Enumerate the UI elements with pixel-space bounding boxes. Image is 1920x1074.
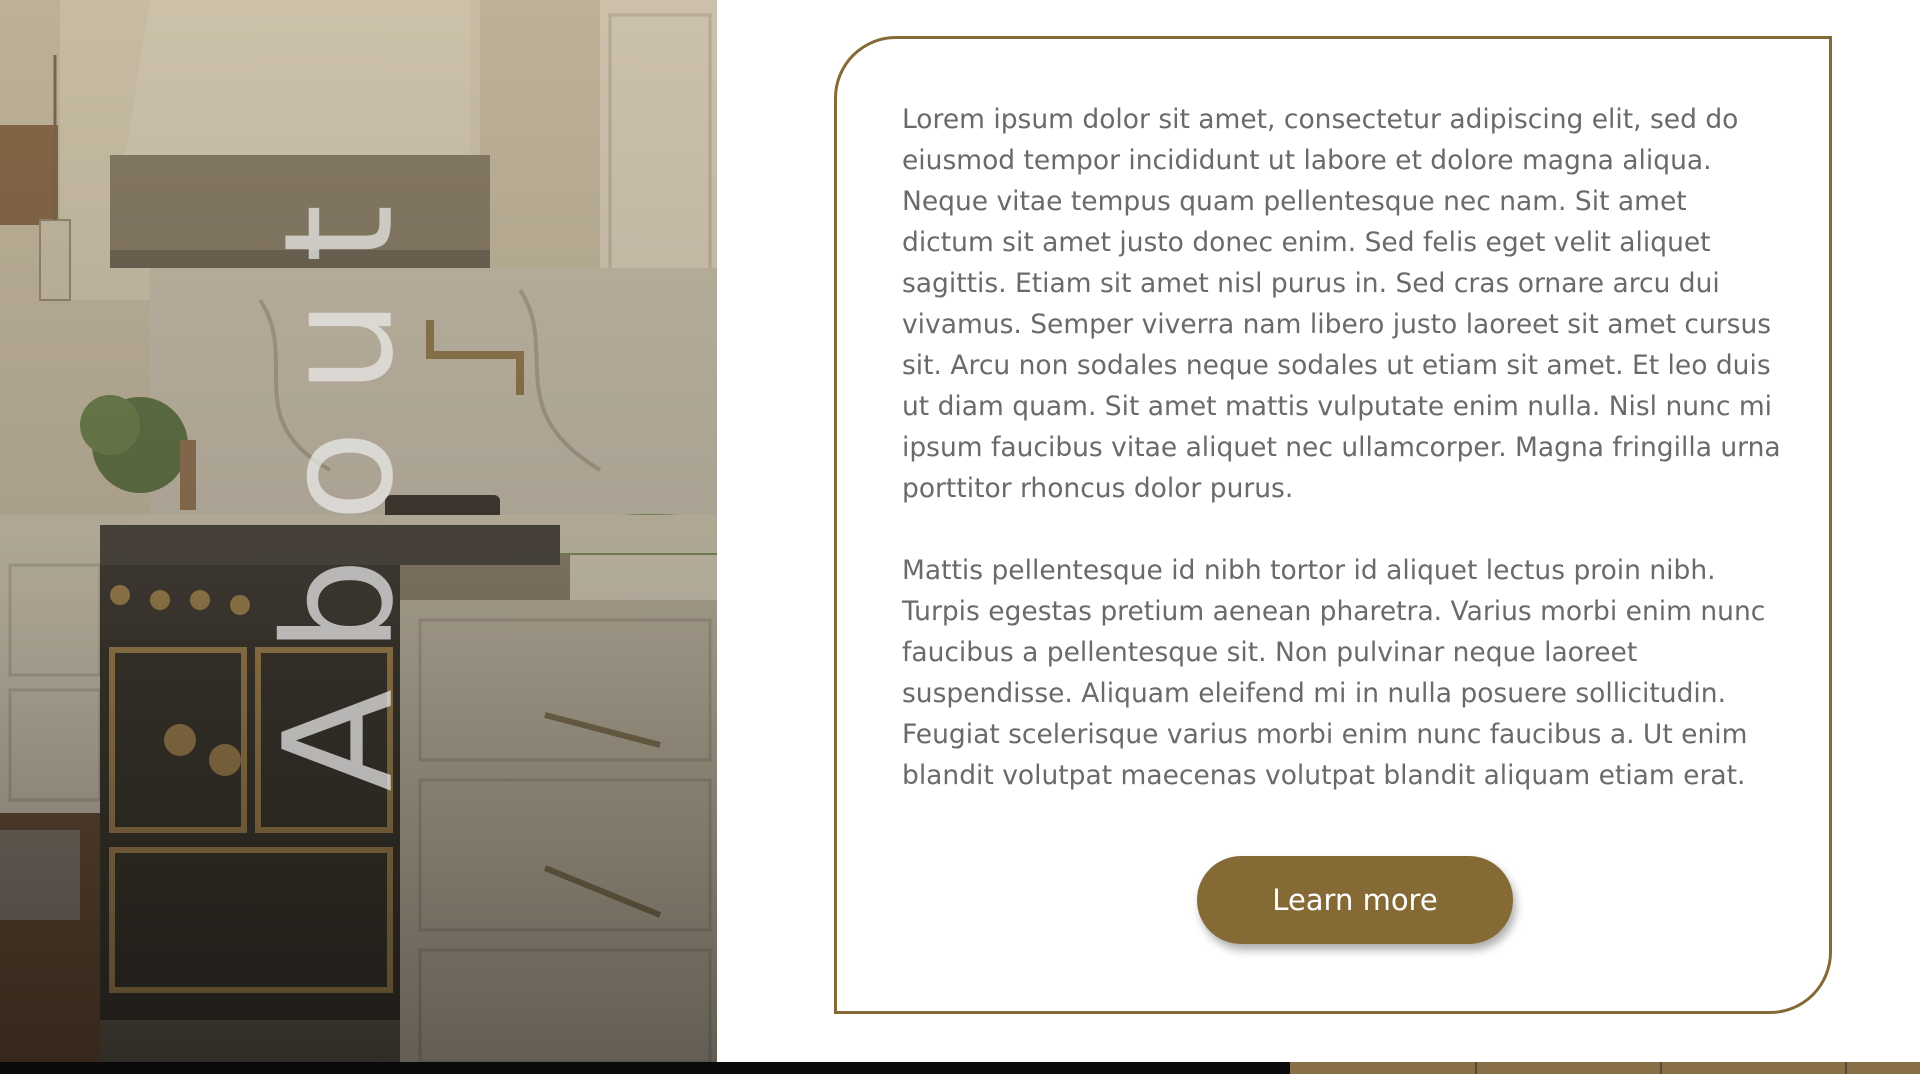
accent-divider [1845, 1062, 1847, 1074]
section-title: About [253, 168, 428, 792]
accent-divider [1660, 1062, 1662, 1074]
bottom-strip [0, 1062, 1920, 1074]
card-body: Lorem ipsum dolor sit amet, consectetur … [902, 99, 1782, 796]
paragraph-2: Mattis pellentesque id nibh tortor id al… [902, 555, 1766, 791]
paragraph-1: Lorem ipsum dolor sit amet, consectetur … [902, 104, 1781, 504]
vertical-section-title: About [253, 150, 427, 810]
learn-more-button[interactable]: Learn more [1197, 856, 1513, 944]
about-card: Lorem ipsum dolor sit amet, consectetur … [834, 36, 1832, 1014]
about-slide: About Lorem ipsum dolor sit amet, consec… [0, 0, 1920, 1074]
accent-divider [1475, 1062, 1477, 1074]
bottom-accent-bar [1290, 1062, 1920, 1074]
kitchen-photo: About [0, 0, 717, 1062]
